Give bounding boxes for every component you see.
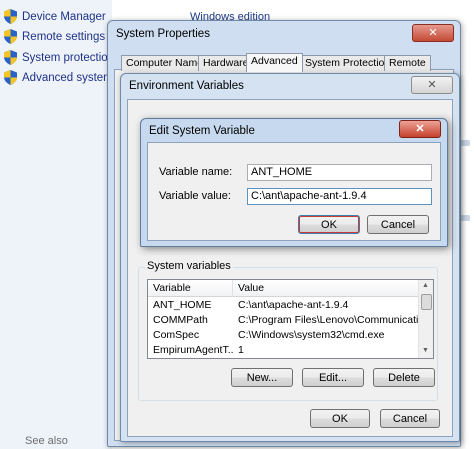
table-row[interactable]: COMMPath C:\Program Files\Lenovo\Communi… — [148, 313, 418, 327]
dialog-title: Edit System Variable — [149, 125, 255, 137]
env-ok-button[interactable]: OK — [310, 409, 370, 428]
table-row[interactable]: EmpirumAgentT... 1 — [148, 343, 418, 357]
variable-cell: EmpirumAgentT... — [153, 344, 233, 356]
variable-cell: ANT_HOME — [153, 299, 212, 311]
nav-system-protection[interactable]: System protection — [4, 50, 114, 65]
variable-value-label: Variable value: — [159, 190, 231, 202]
scroll-up-icon[interactable]: ▲ — [422, 282, 429, 289]
nav-label: Advanced system — [22, 71, 113, 84]
dialog-body: Variable name: ANT_HOME Variable value: … — [147, 142, 441, 241]
delete-variable-button[interactable]: Delete — [373, 368, 435, 387]
vertical-scrollbar[interactable]: ▲ ▼ — [418, 280, 433, 358]
nav-advanced-system[interactable]: Advanced system — [4, 70, 113, 85]
close-button[interactable]: ✕ — [399, 120, 441, 138]
edit-variable-button[interactable]: Edit... — [302, 368, 364, 387]
nav-label: Remote settings — [22, 30, 106, 43]
nav-label: Device Manager — [22, 10, 106, 23]
nav-device-manager[interactable]: Device Manager — [4, 9, 106, 24]
value-cell: 1 — [238, 344, 244, 356]
shield-icon — [4, 50, 17, 65]
variable-name-label: Variable name: — [159, 166, 233, 178]
nav-remote-settings[interactable]: Remote settings — [4, 29, 105, 44]
table-row[interactable]: ANT_HOME C:\ant\apache-ant-1.9.4 — [148, 298, 418, 312]
background-text-fragment — [460, 140, 470, 146]
variable-value-input[interactable]: C:\ant\apache-ant-1.9.4 — [247, 188, 432, 205]
shield-icon — [4, 29, 17, 44]
table-row[interactable]: ComSpec C:\Windows\system32\cmd.exe — [148, 328, 418, 342]
system-variables-label: System variables — [145, 260, 233, 272]
cancel-button[interactable]: Cancel — [367, 215, 429, 234]
background-text-fragment — [460, 215, 470, 221]
variable-cell: COMMPath — [153, 314, 208, 326]
value-cell: C:\Program Files\Lenovo\Communicatio... — [238, 314, 418, 326]
ok-button[interactable]: OK — [298, 215, 360, 234]
shield-icon — [4, 9, 17, 24]
edit-system-variable-dialog: Edit System Variable ✕ Variable name: AN… — [140, 118, 448, 247]
scroll-thumb[interactable] — [421, 294, 432, 310]
tab-advanced[interactable]: Advanced — [246, 53, 303, 72]
column-header-value[interactable]: Value — [233, 280, 419, 297]
system-variables-list[interactable]: Variable Value ANT_HOME C:\ant\apache-an… — [147, 279, 434, 359]
value-cell: C:\ant\apache-ant-1.9.4 — [238, 299, 349, 311]
new-variable-button[interactable]: New... — [231, 368, 293, 387]
nav-label: System protection — [22, 51, 115, 64]
scroll-down-icon[interactable]: ▼ — [422, 347, 429, 354]
see-also-heading: See also — [25, 435, 68, 447]
close-button[interactable]: ✕ — [411, 76, 453, 94]
env-cancel-button[interactable]: Cancel — [380, 409, 440, 428]
control-panel-sidebar: Device Manager Remote settings System pr… — [0, 0, 114, 449]
column-header-variable[interactable]: Variable — [148, 280, 233, 297]
window-title: System Properties — [116, 28, 210, 40]
value-cell: C:\Windows\system32\cmd.exe — [238, 329, 385, 341]
close-button[interactable]: ✕ — [412, 24, 454, 42]
variable-cell: ComSpec — [153, 329, 200, 341]
tab-system-protection[interactable]: System Protection — [300, 55, 396, 71]
window-title: Environment Variables — [129, 80, 244, 92]
tab-computer-name[interactable]: Computer Name — [121, 55, 209, 71]
shield-icon — [4, 70, 17, 85]
tab-remote[interactable]: Remote — [384, 55, 431, 71]
variable-name-input[interactable]: ANT_HOME — [247, 164, 432, 181]
